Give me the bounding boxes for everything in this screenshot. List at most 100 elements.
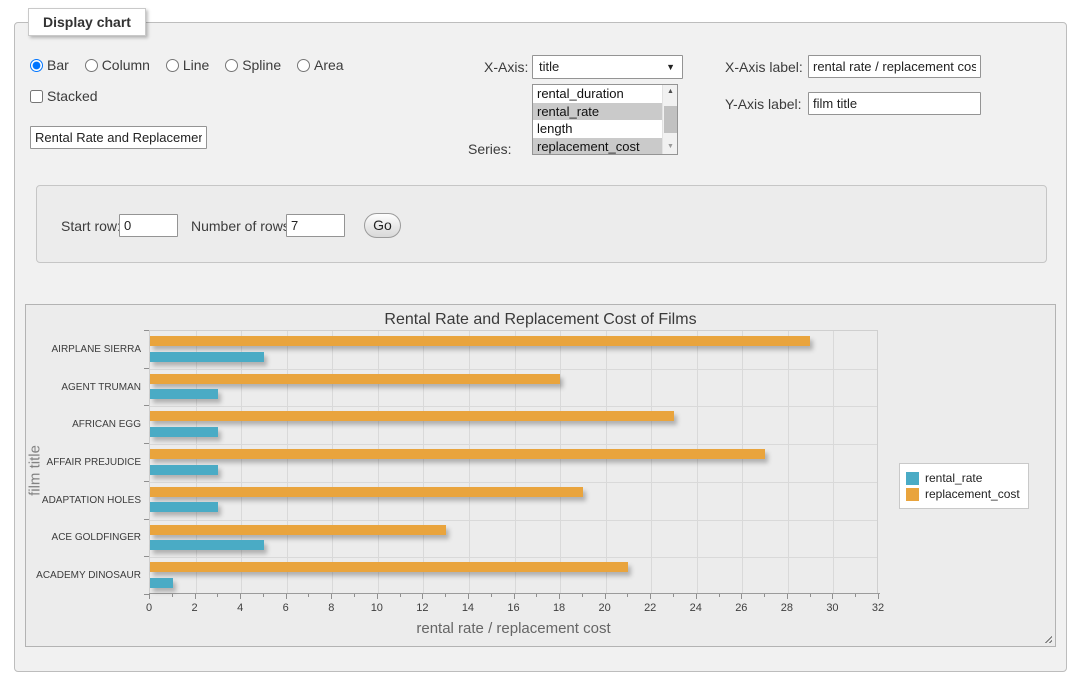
stacked-checkbox-row: Stacked bbox=[30, 88, 98, 104]
x-axis-line bbox=[149, 593, 880, 594]
radio-column-input[interactable] bbox=[85, 59, 98, 72]
radio-area-label: Area bbox=[314, 57, 344, 73]
gridline-vertical bbox=[241, 331, 242, 593]
radio-area[interactable]: Area bbox=[297, 57, 344, 73]
page: Display chart Bar Column Line Spline Are… bbox=[0, 0, 1081, 681]
x-tick-label: 32 bbox=[872, 602, 884, 614]
gridline-vertical bbox=[515, 331, 516, 593]
chart-type-radio-group: Bar Column Line Spline Area bbox=[30, 57, 356, 73]
x-tick-mark bbox=[878, 594, 879, 599]
bar-replacement_cost bbox=[150, 374, 560, 384]
x-tick-mark bbox=[536, 594, 537, 597]
x-tick-mark bbox=[605, 594, 606, 599]
stacked-label: Stacked bbox=[47, 88, 98, 104]
x-tick-mark bbox=[810, 594, 811, 597]
bar-rental_rate bbox=[150, 502, 218, 512]
chart-title-input[interactable] bbox=[30, 126, 207, 149]
x-tick-mark bbox=[149, 594, 150, 599]
chart-container: Rental Rate and Replacement Cost of Film… bbox=[25, 304, 1056, 647]
x-tick-mark bbox=[514, 594, 515, 599]
gridline-vertical bbox=[697, 331, 698, 593]
x-tick-mark bbox=[491, 594, 492, 597]
x-tick-mark bbox=[354, 594, 355, 597]
xaxis-select-label: X-Axis: bbox=[484, 59, 528, 75]
x-tick-mark bbox=[741, 594, 742, 599]
x-tick-label: 4 bbox=[237, 602, 243, 614]
xaxis-label-input[interactable] bbox=[808, 55, 981, 78]
gridline-vertical bbox=[196, 331, 197, 593]
x-tick-label: 10 bbox=[371, 602, 383, 614]
x-tick-mark bbox=[195, 594, 196, 599]
gridline-vertical bbox=[606, 331, 607, 593]
xaxis-select[interactable]: title ▼ bbox=[532, 55, 683, 79]
bar-replacement_cost bbox=[150, 562, 628, 572]
stacked-checkbox[interactable] bbox=[30, 90, 43, 103]
x-tick-mark bbox=[172, 594, 173, 597]
y-tick-label: ACADEMY DINOSAUR bbox=[29, 570, 141, 581]
scroll-down-icon[interactable]: ▼ bbox=[663, 140, 678, 154]
yaxis-label-input[interactable] bbox=[808, 92, 981, 115]
radio-line-input[interactable] bbox=[166, 59, 179, 72]
radio-bar[interactable]: Bar bbox=[30, 57, 69, 73]
bar-rental_rate bbox=[150, 465, 218, 475]
x-tick-mark bbox=[855, 594, 856, 597]
radio-area-input[interactable] bbox=[297, 59, 310, 72]
x-tick-label: 28 bbox=[781, 602, 793, 614]
y-tick-label: ADAPTATION HOLES bbox=[29, 495, 141, 506]
x-tick-mark bbox=[377, 594, 378, 599]
bar-replacement_cost bbox=[150, 487, 583, 497]
gridline-vertical bbox=[378, 331, 379, 593]
x-tick-label: 16 bbox=[507, 602, 519, 614]
series-option[interactable]: replacement_cost bbox=[533, 138, 662, 156]
gridline-vertical bbox=[833, 331, 834, 593]
x-tick-label: 0 bbox=[146, 602, 152, 614]
x-tick-mark bbox=[832, 594, 833, 599]
series-scrollbar[interactable]: ▲ ▼ bbox=[662, 85, 677, 154]
start-row-input[interactable] bbox=[119, 214, 178, 237]
bar-rental_rate bbox=[150, 427, 218, 437]
radio-spline-label: Spline bbox=[242, 57, 281, 73]
gridline-horizontal bbox=[150, 557, 877, 558]
x-tick-label: 22 bbox=[644, 602, 656, 614]
legend-item: rental_rate bbox=[906, 471, 1020, 485]
x-tick-mark bbox=[331, 594, 332, 599]
radio-column[interactable]: Column bbox=[85, 57, 150, 73]
resize-handle-icon[interactable] bbox=[1042, 633, 1052, 643]
plot-area bbox=[149, 330, 878, 594]
series-listbox[interactable]: rental_durationrental_ratelengthreplacem… bbox=[532, 84, 678, 155]
radio-line-label: Line bbox=[183, 57, 209, 73]
x-tick-mark bbox=[719, 594, 720, 597]
x-tick-mark bbox=[422, 594, 423, 599]
y-tick-mark bbox=[144, 519, 149, 520]
scrollbar-thumb[interactable] bbox=[664, 106, 677, 133]
y-tick-label: ACE GOLDFINGER bbox=[29, 532, 141, 543]
y-tick-label: AGENT TRUMAN bbox=[29, 382, 141, 393]
radio-bar-input[interactable] bbox=[30, 59, 43, 72]
radio-spline-input[interactable] bbox=[225, 59, 238, 72]
gridline-vertical bbox=[742, 331, 743, 593]
gridline-horizontal bbox=[150, 369, 877, 370]
x-tick-mark bbox=[240, 594, 241, 599]
radio-spline[interactable]: Spline bbox=[225, 57, 281, 73]
series-option[interactable]: length bbox=[533, 120, 662, 138]
gridline-vertical bbox=[287, 331, 288, 593]
scroll-up-icon[interactable]: ▲ bbox=[663, 85, 678, 99]
y-tick-mark bbox=[144, 481, 149, 482]
x-tick-mark bbox=[650, 594, 651, 599]
x-tick-label: 14 bbox=[462, 602, 474, 614]
x-tick-mark bbox=[286, 594, 287, 599]
gridline-vertical bbox=[423, 331, 424, 593]
x-tick-mark bbox=[308, 594, 309, 597]
stacked-checkbox-label-wrap[interactable]: Stacked bbox=[30, 88, 98, 104]
series-option[interactable]: rental_duration bbox=[533, 85, 662, 103]
y-tick-mark bbox=[144, 556, 149, 557]
num-rows-input[interactable] bbox=[286, 214, 345, 237]
radio-line[interactable]: Line bbox=[166, 57, 209, 73]
series-option[interactable]: rental_rate bbox=[533, 103, 662, 121]
legend-swatch bbox=[906, 472, 919, 485]
legend-item: replacement_cost bbox=[906, 487, 1020, 501]
x-tick-label: 24 bbox=[690, 602, 702, 614]
go-button[interactable]: Go bbox=[364, 213, 401, 238]
x-tick-mark bbox=[673, 594, 674, 597]
x-tick-mark bbox=[764, 594, 765, 597]
